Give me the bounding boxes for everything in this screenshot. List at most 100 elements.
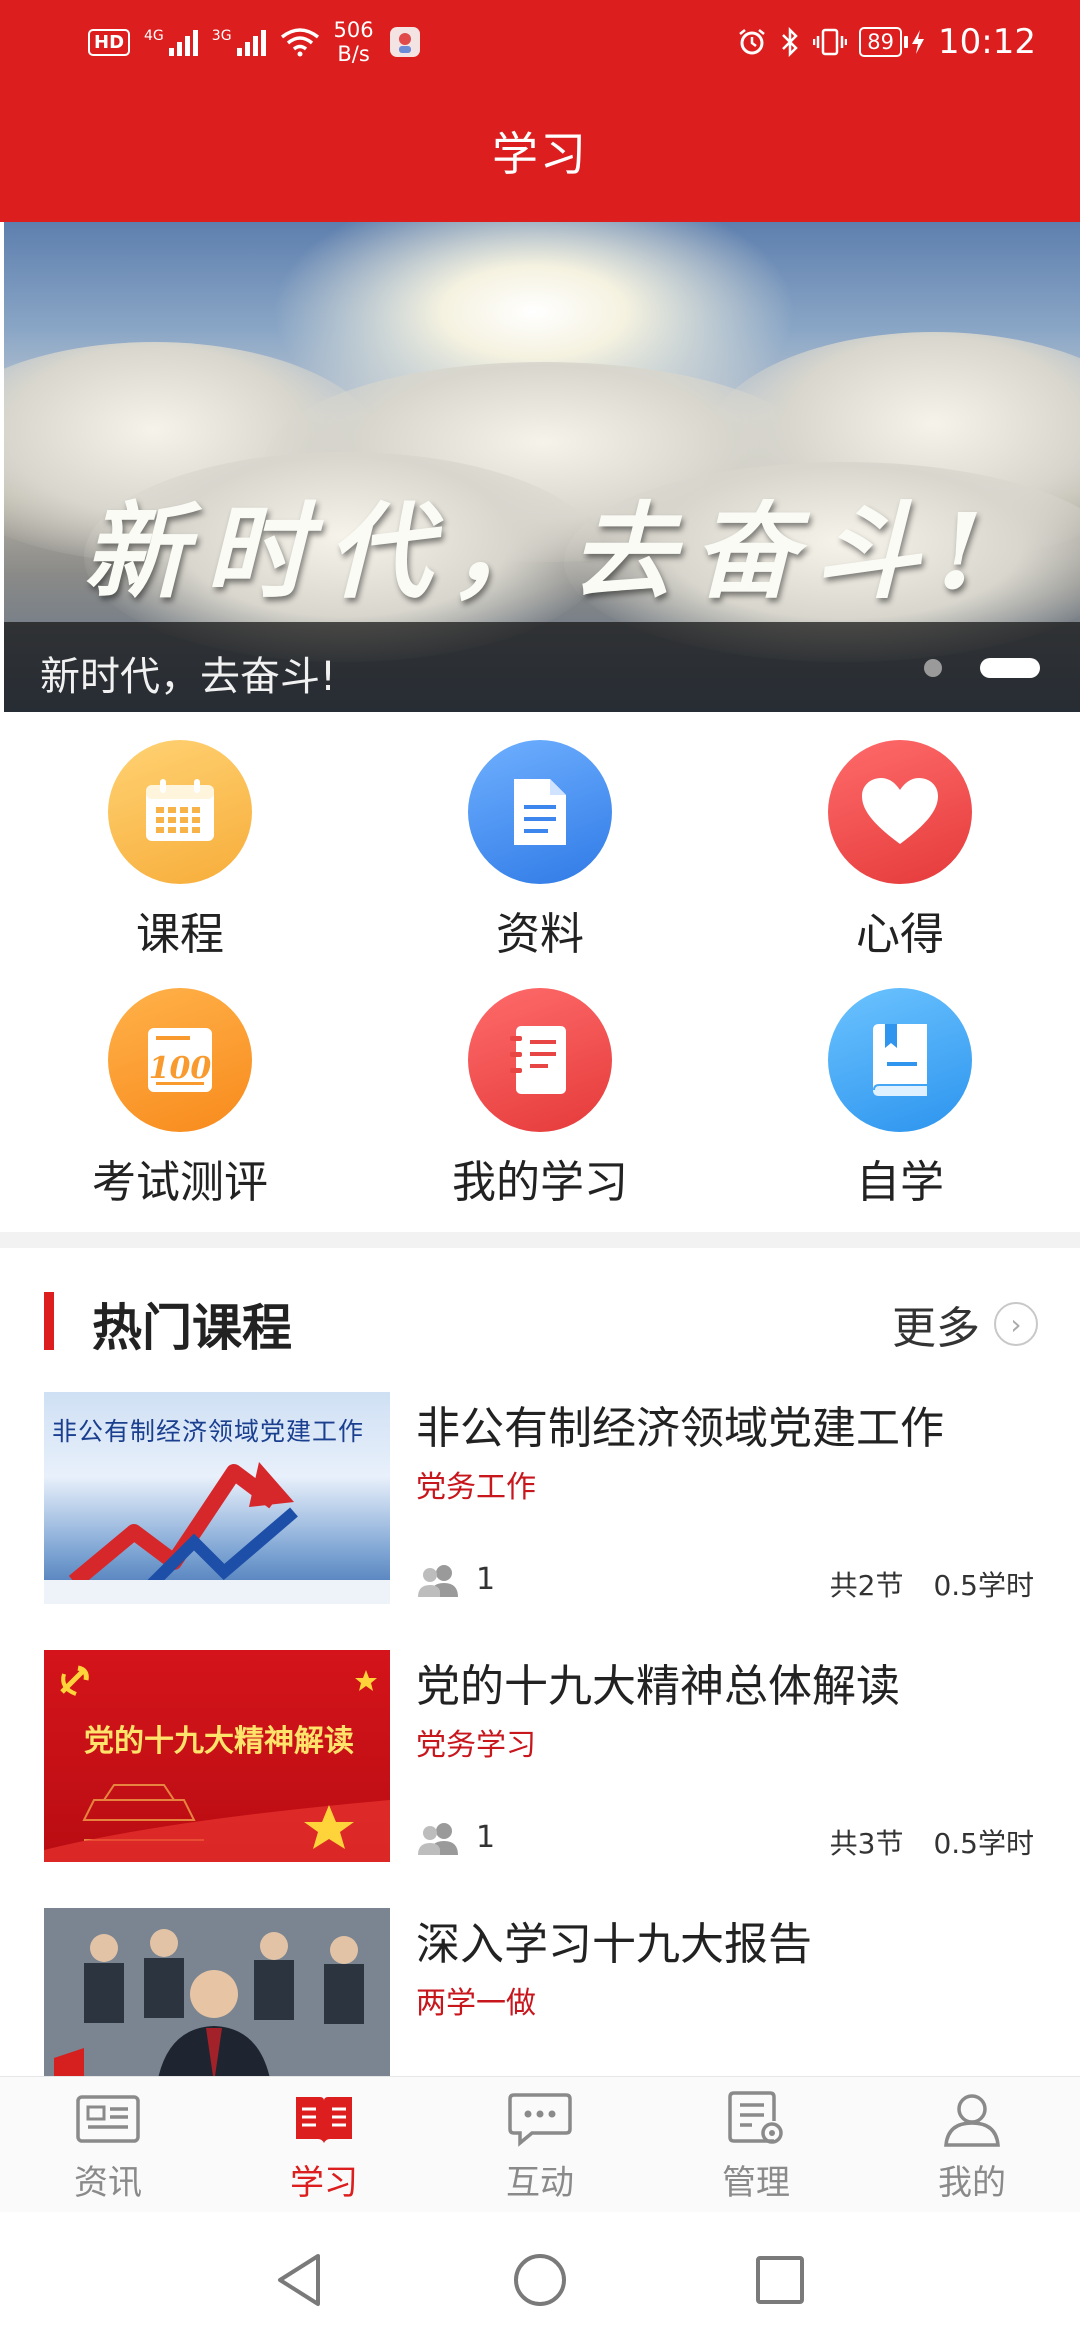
- tab-label: 资讯: [74, 2163, 142, 2203]
- course-category: 党务工作: [416, 1470, 536, 1505]
- course-thumbnail: 党的十九大精神解读: [44, 1650, 390, 1862]
- manage-icon: [728, 2091, 783, 2144]
- alarm-icon: [739, 29, 766, 55]
- study-hours: 0.5学时: [933, 1827, 1034, 1860]
- charging-icon: [912, 30, 925, 54]
- network-speed-unit: B/s: [337, 42, 370, 66]
- carousel-indicator: [924, 658, 1040, 678]
- banner-caption: 新时代，去奋斗!: [40, 654, 337, 700]
- meeting-photo-graphic: [44, 1908, 390, 2076]
- tab-label: 互动: [506, 2163, 574, 2203]
- battery-level: 89: [859, 27, 903, 57]
- tab-news[interactable]: 资讯: [0, 2091, 216, 2211]
- course-item[interactable]: 党的十九大精神解读 党的十九大精神总体解读 党务学习 1 共3节 0.5学时: [0, 1650, 1080, 1908]
- carousel-dot[interactable]: [924, 659, 942, 677]
- section-count: 共2节: [829, 1569, 904, 1602]
- grid-item-exam[interactable]: 100 考试测评: [0, 960, 360, 1208]
- calendar-icon: [108, 740, 252, 884]
- hd-badge: HD: [88, 28, 131, 56]
- course-category: 两学一做: [416, 1986, 536, 2021]
- course-title: 党的十九大精神总体解读: [416, 1661, 900, 1712]
- people-icon: [418, 1822, 458, 1855]
- network-speed-value: 506: [333, 18, 374, 42]
- signal-4g-icon: 4G: [144, 28, 198, 56]
- tab-mine[interactable]: 我的: [864, 2091, 1080, 2211]
- status-bar: HD 4G 3G 506 B/s 89 10:12: [0, 0, 1080, 86]
- grid-item-course[interactable]: 课程: [0, 712, 360, 960]
- learner-count: 1: [476, 1562, 496, 1597]
- bottom-tab-bar: 资讯 学习 互动 管理 我的: [0, 2076, 1080, 2212]
- signal-3g-icon: 3G: [212, 28, 266, 56]
- notebook-icon: [468, 988, 612, 1132]
- course-learners: 1: [416, 1562, 495, 1597]
- function-grid: 课程 资料 心得 100 考试测评 我的学习 自学: [0, 712, 1080, 1232]
- system-navigation-bar: [0, 2212, 1080, 2340]
- signal-3g-label: 3G: [211, 28, 232, 44]
- bluetooth-icon: [782, 26, 799, 58]
- grid-label-material: 资料: [496, 909, 584, 960]
- grid-label-self-study: 自学: [856, 1157, 944, 1208]
- section-divider: [0, 1232, 1080, 1248]
- grid-item-self-study[interactable]: 自学: [720, 960, 1080, 1208]
- chat-icon: [508, 2093, 572, 2147]
- clock: 10:12: [938, 22, 1036, 62]
- section-title: 热门课程: [92, 1299, 292, 1357]
- score-100-icon: 100: [108, 988, 252, 1132]
- grid-item-my-study[interactable]: 我的学习: [360, 960, 720, 1208]
- grid-item-insight[interactable]: 心得: [720, 712, 1080, 960]
- tab-label: 管理: [722, 2163, 790, 2203]
- banner-carousel[interactable]: 新时代，去奋斗! 新时代，去奋斗!: [4, 222, 1080, 712]
- network-speed: 506 B/s: [334, 18, 374, 66]
- study-icon: [296, 2097, 352, 2143]
- status-left: HD 4G 3G 506 B/s: [88, 18, 422, 66]
- back-icon[interactable]: [268, 2248, 332, 2312]
- course-meta: 共3节 0.5学时: [830, 1822, 1034, 1862]
- rising-arrow-graphic: [44, 1462, 390, 1604]
- course-meta: 共2节 0.5学时: [830, 1564, 1034, 1604]
- section-accent-bar: [44, 1292, 54, 1350]
- banner-headline: 新时代，去奋斗!: [83, 490, 1001, 613]
- status-right: 89 10:12: [737, 22, 1036, 62]
- grid-label-course: 课程: [136, 909, 224, 960]
- study-hours: 0.5学时: [933, 1569, 1034, 1602]
- profile-icon: [944, 2094, 1000, 2147]
- home-icon[interactable]: [508, 2248, 572, 2312]
- document-icon: [468, 740, 612, 884]
- news-icon: [76, 2095, 140, 2143]
- page-title: 学习: [492, 127, 588, 181]
- svg-text:100: 100: [149, 1051, 212, 1086]
- tab-manage[interactable]: 管理: [648, 2091, 864, 2211]
- course-thumbnail: 非公有制经济领域党建工作: [44, 1392, 390, 1604]
- course-thumbnail: [44, 1908, 390, 2076]
- course-title: 非公有制经济领域党建工作: [416, 1403, 944, 1454]
- vibrate-icon: [813, 28, 848, 56]
- hot-courses-header: 热门课程 更多 ›: [0, 1248, 1080, 1388]
- course-title: 深入学习十九大报告: [416, 1919, 812, 1970]
- signal-4g-label: 4G: [144, 28, 164, 44]
- grid-item-material[interactable]: 资料: [360, 712, 720, 960]
- tab-interaction[interactable]: 互动: [432, 2091, 648, 2211]
- recents-icon[interactable]: [748, 2248, 812, 2312]
- section-count: 共3节: [829, 1827, 904, 1860]
- more-link[interactable]: 更多 ›: [892, 1292, 1038, 1356]
- book-icon: [828, 988, 972, 1132]
- grid-label-my-study: 我的学习: [452, 1157, 628, 1208]
- course-item[interactable]: 非公有制经济领域党建工作 非公有制经济领域党建工作 党务工作 1 共2节 0.5…: [0, 1392, 1080, 1650]
- app-notification-icon: [389, 27, 420, 57]
- carousel-dot-active[interactable]: [980, 658, 1040, 678]
- tab-label: 我的: [938, 2163, 1006, 2203]
- course-category: 党务学习: [416, 1728, 536, 1763]
- more-label: 更多: [892, 1303, 980, 1354]
- people-icon: [418, 1564, 458, 1597]
- battery-tip: [904, 36, 909, 48]
- heart-icon: [828, 740, 972, 884]
- wifi-icon: [280, 28, 319, 57]
- tab-study[interactable]: 学习: [216, 2091, 432, 2211]
- battery-indicator: 89: [859, 27, 926, 57]
- course-item[interactable]: 深入学习十九大报告 两学一做: [0, 1908, 1080, 2076]
- banner-caption-bar: 新时代，去奋斗!: [4, 622, 1080, 712]
- tiananmen-graphic: [44, 1670, 390, 1862]
- learner-count: 1: [476, 1820, 496, 1855]
- grid-label-insight: 心得: [856, 909, 944, 960]
- app-header: HD 4G 3G 506 B/s 89 10:12 学习: [0, 0, 1080, 222]
